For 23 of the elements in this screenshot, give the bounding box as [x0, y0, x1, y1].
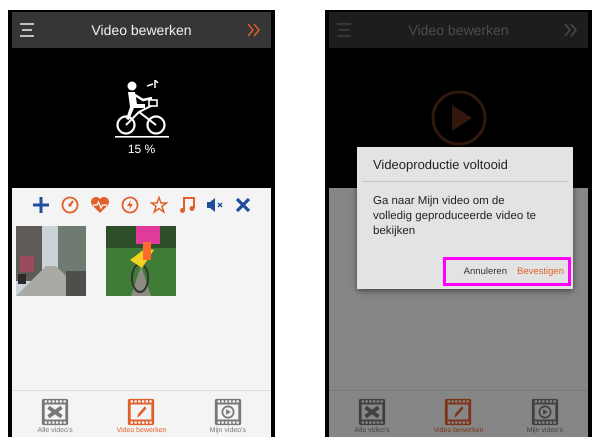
film-x-icon: [357, 396, 388, 426]
film-play-icon: [212, 396, 243, 426]
close-icon[interactable]: [235, 197, 251, 213]
mute-icon[interactable]: [206, 197, 224, 213]
progress-percent: 15 %: [128, 142, 156, 156]
double-chevron-icon[interactable]: [247, 23, 261, 37]
dialog-message: Ga naar Mijn video om de volledig geproduceerde video te bekijken: [372, 194, 538, 239]
film-pencil-icon: [443, 396, 474, 426]
speedometer-icon[interactable]: [61, 196, 79, 214]
cyclist-icon: [114, 80, 168, 140]
double-chevron-icon[interactable]: [564, 23, 578, 37]
film-pencil-icon: [126, 396, 156, 426]
lightning-icon[interactable]: [121, 196, 139, 214]
heartbeat-icon[interactable]: [90, 196, 110, 214]
confirm-button[interactable]: Bevestigen: [512, 263, 568, 280]
music-note-icon[interactable]: [179, 196, 195, 214]
plus-icon[interactable]: [32, 196, 50, 214]
star-icon[interactable]: [150, 196, 168, 214]
film-x-icon: [40, 396, 70, 426]
screen-title: Video bewerken: [91, 22, 192, 38]
film-play-icon: [530, 396, 560, 426]
dialog-title: Videoproductie voltooid: [362, 147, 568, 182]
cancel-button[interactable]: Annuleren: [460, 263, 511, 280]
